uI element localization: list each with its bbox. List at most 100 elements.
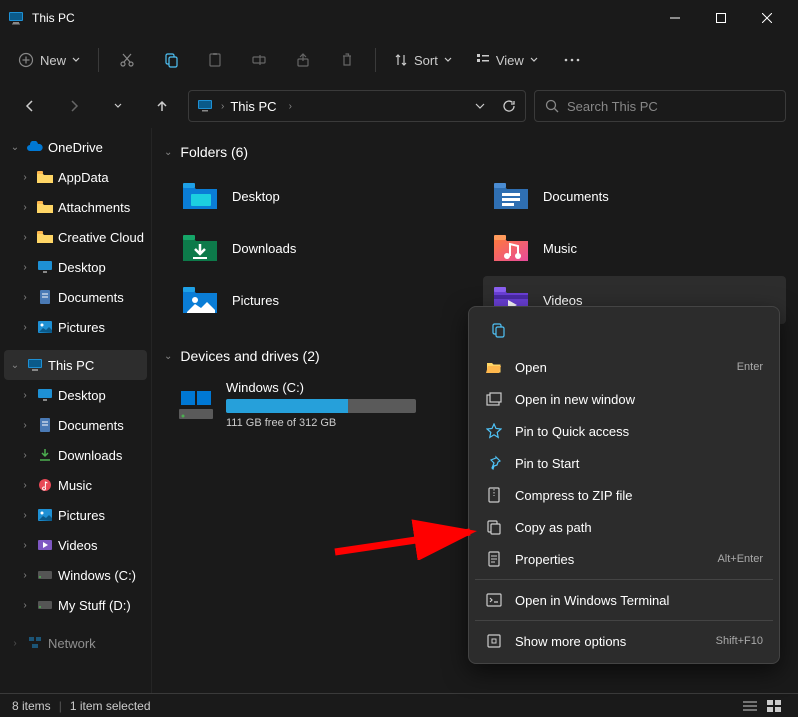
properties-icon [485,550,503,568]
share-icon [295,52,311,68]
network-icon [26,634,44,652]
ctx-compress-zip[interactable]: Compress to ZIP file [475,479,773,511]
folder-label: Desktop [232,189,280,204]
ctx-open-terminal[interactable]: Open in Windows Terminal [475,584,773,616]
ctx-pin-quick-access[interactable]: Pin to Quick access [475,415,773,447]
sidebar-item-pc-videos[interactable]: ›Videos [0,530,151,560]
details-view-button[interactable] [738,700,762,712]
chevron-down-icon: ⌄ [164,351,172,362]
drive-usage-bar [226,399,416,413]
ctx-label: Pin to Start [515,456,763,471]
sidebar-item-pc-downloads[interactable]: ›Downloads [0,440,151,470]
folder-music[interactable]: Music [483,224,786,272]
ctx-pin-start[interactable]: Pin to Start [475,447,773,479]
forward-button[interactable] [56,90,92,122]
search-icon [545,99,559,113]
sidebar-item-network[interactable]: ›Network [0,628,151,658]
minimize-button[interactable] [652,3,698,33]
sidebar-label: Desktop [58,260,106,275]
ctx-shortcut: Shift+F10 [716,635,763,647]
share-button[interactable] [283,42,323,78]
copy-icon [163,52,179,68]
sidebar-label: AppData [58,170,109,185]
folder-pictures[interactable]: Pictures [172,276,475,324]
sidebar-item-pc-mystuff-d[interactable]: ›My Stuff (D:) [0,590,151,620]
recent-dropdown[interactable] [100,90,136,122]
drive-windows-c[interactable]: Windows (C:) 111 GB free of 312 GB [172,376,475,433]
up-button[interactable] [144,90,180,122]
sidebar-label: OneDrive [48,140,103,155]
sidebar-item-pc-pictures[interactable]: ›Pictures [0,500,151,530]
sidebar-item-creativecloud[interactable]: ›Creative Cloud [0,222,151,252]
navigation-pane[interactable]: ⌄ OneDrive › AppData ›Attachments ›Creati… [0,128,152,693]
sidebar-item-documents[interactable]: ›Documents [0,282,151,312]
ctx-shortcut: Alt+Enter [717,553,763,565]
ctx-properties[interactable]: Properties Alt+Enter [475,543,773,575]
ctx-show-more[interactable]: Show more options Shift+F10 [475,625,773,657]
sidebar-label: Attachments [58,200,130,215]
thumbnails-view-button[interactable] [762,700,786,712]
cut-icon [119,52,135,68]
sidebar-item-pictures[interactable]: ›Pictures [0,312,151,342]
chevron-right-icon: › [18,172,32,183]
rename-icon [251,52,267,68]
delete-button[interactable] [327,42,367,78]
ctx-copy-as-path[interactable]: Copy as path [475,511,773,543]
address-bar[interactable]: ›This PC› [188,90,526,122]
folder-downloads[interactable]: Downloads [172,224,475,272]
sidebar-item-this-pc[interactable]: ⌄ This PC [4,350,147,380]
rename-button[interactable] [239,42,279,78]
ctx-copy-button[interactable] [481,315,515,345]
chevron-down-icon[interactable] [475,101,485,111]
chevron-down-icon [72,56,80,64]
video-icon [36,536,54,554]
pin-icon [485,454,503,472]
ctx-label: Pin to Quick access [515,424,763,439]
sort-icon [394,53,408,67]
maximize-button[interactable] [698,3,744,33]
copy-button[interactable] [151,42,191,78]
sidebar-item-pc-desktop[interactable]: ›Desktop [0,380,151,410]
search-box[interactable]: Search This PC [534,90,786,122]
paste-button[interactable] [195,42,235,78]
refresh-icon[interactable] [501,98,517,114]
new-button[interactable]: New [8,42,90,78]
drive-icon [36,566,54,584]
back-button[interactable] [12,90,48,122]
section-folders[interactable]: ⌄ Folders (6) [164,136,786,168]
copy-path-icon [485,518,503,536]
document-icon [36,288,54,306]
ctx-label: Properties [515,552,705,567]
close-button[interactable] [744,3,790,33]
sort-button[interactable]: Sort [384,42,462,78]
sidebar-item-pc-documents[interactable]: ›Documents [0,410,151,440]
drive-free-text: 111 GB free of 312 GB [226,417,471,429]
window-title: This PC [32,11,652,25]
status-count: 8 items [12,699,51,713]
view-button[interactable]: View [466,42,548,78]
title-bar: This PC [0,0,798,36]
zip-icon [485,486,503,504]
drive-icon [176,387,216,423]
ctx-label: Open in new window [515,392,763,407]
sidebar-item-pc-music[interactable]: ›Music [0,470,151,500]
sidebar-label: My Stuff (D:) [58,598,131,613]
ctx-label: Compress to ZIP file [515,488,763,503]
folder-desktop[interactable]: Desktop [172,172,475,220]
breadcrumb-item[interactable]: ›This PC› [221,99,292,114]
ctx-open[interactable]: Open Enter [475,351,773,383]
downloads-folder-icon [180,230,220,266]
sidebar-item-attachments[interactable]: ›Attachments [0,192,151,222]
this-pc-icon [197,98,213,114]
separator [375,48,376,72]
sidebar-item-onedrive[interactable]: ⌄ OneDrive [0,132,151,162]
more-button[interactable] [552,42,592,78]
section-title: Devices and drives (2) [180,348,319,364]
ctx-open-new-window[interactable]: Open in new window [475,383,773,415]
cut-button[interactable] [107,42,147,78]
sidebar-item-pc-windows-c[interactable]: ›Windows (C:) [0,560,151,590]
sidebar-item-appdata[interactable]: › AppData [0,162,151,192]
sidebar-item-desktop[interactable]: ›Desktop [0,252,151,282]
ctx-label: Open [515,360,725,375]
folder-documents[interactable]: Documents [483,172,786,220]
